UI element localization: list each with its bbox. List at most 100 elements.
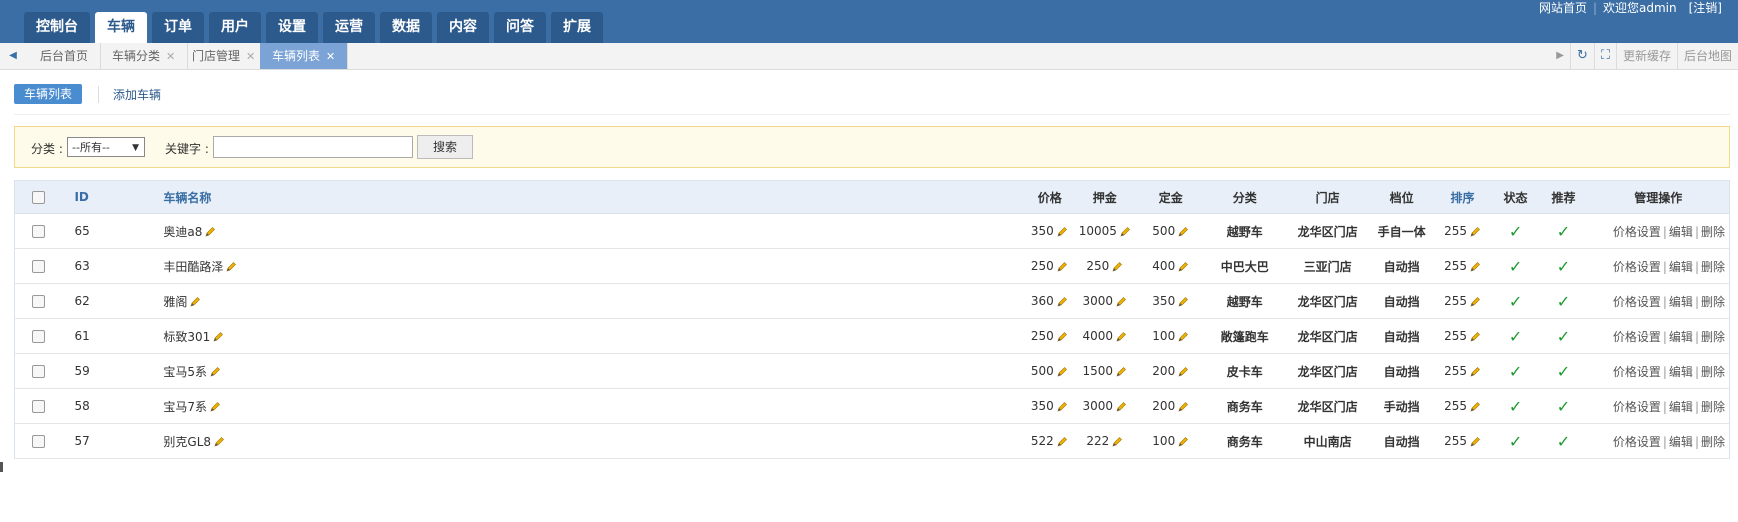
price-setting-link[interactable]: 价格设置 <box>1613 260 1661 274</box>
pencil-icon[interactable] <box>1469 331 1481 343</box>
pencil-icon[interactable] <box>1177 261 1189 273</box>
pencil-icon[interactable] <box>209 366 221 378</box>
pencil-icon[interactable] <box>209 401 221 413</box>
pencil-icon[interactable] <box>1111 261 1123 273</box>
row-checkbox[interactable] <box>32 295 46 308</box>
keyword-input[interactable] <box>213 136 413 158</box>
row-checkbox[interactable] <box>32 260 46 273</box>
row-checkbox[interactable] <box>32 365 46 378</box>
search-button[interactable]: 搜索 <box>417 135 473 159</box>
nav-tab-1[interactable]: 车辆 <box>95 12 147 43</box>
open-tab-3[interactable]: 车辆列表 ✕ <box>260 43 349 69</box>
price-setting-link[interactable]: 价格设置 <box>1613 365 1661 379</box>
recommend-check-icon[interactable]: ✓ <box>1557 362 1570 381</box>
nav-tab-6[interactable]: 数据 <box>380 12 432 43</box>
open-tab-2[interactable]: 门店管理 ✕ <box>180 43 269 69</box>
status-check-icon[interactable]: ✓ <box>1509 327 1522 346</box>
pencil-icon[interactable] <box>1177 296 1189 308</box>
add-vehicle-link[interactable]: 添加车辆 <box>98 85 161 103</box>
recommend-check-icon[interactable]: ✓ <box>1557 327 1570 346</box>
status-check-icon[interactable]: ✓ <box>1509 292 1522 311</box>
status-check-icon[interactable]: ✓ <box>1509 362 1522 381</box>
pencil-icon[interactable] <box>189 296 201 308</box>
nav-tab-0[interactable]: 控制台 <box>24 12 90 43</box>
refresh-icon[interactable]: ↻ <box>1569 43 1594 69</box>
vehicle-list-button[interactable]: 车辆列表 <box>14 84 83 104</box>
delete-link[interactable]: 删除 <box>1701 260 1725 274</box>
category-select[interactable]: --所有-- ▼ <box>67 137 145 157</box>
pencil-icon[interactable] <box>204 226 216 238</box>
row-checkbox[interactable] <box>32 400 46 413</box>
edit-link[interactable]: 编辑 <box>1669 260 1693 274</box>
edit-link[interactable]: 编辑 <box>1669 365 1693 379</box>
recommend-check-icon[interactable]: ✓ <box>1557 292 1570 311</box>
delete-link[interactable]: 删除 <box>1701 330 1725 344</box>
nav-tab-7[interactable]: 内容 <box>437 12 489 43</box>
pencil-icon[interactable] <box>1177 331 1189 343</box>
nav-tab-8[interactable]: 问答 <box>494 12 546 43</box>
edit-link[interactable]: 编辑 <box>1669 225 1693 239</box>
pencil-icon[interactable] <box>213 436 225 448</box>
tabs-scroll-right-icon[interactable]: ▶ <box>1550 43 1570 69</box>
price-setting-link[interactable]: 价格设置 <box>1613 435 1661 449</box>
pencil-icon[interactable] <box>1115 366 1127 378</box>
recommend-check-icon[interactable]: ✓ <box>1557 257 1570 276</box>
delete-link[interactable]: 删除 <box>1701 365 1725 379</box>
price-setting-link[interactable]: 价格设置 <box>1613 330 1661 344</box>
refresh-cache-link[interactable]: 更新缓存 <box>1615 43 1677 69</box>
select-all-checkbox[interactable] <box>32 191 46 204</box>
open-tab-1[interactable]: 车辆分类 ✕ <box>100 43 189 69</box>
site-map-link[interactable]: 后台地图 <box>1676 43 1738 69</box>
pencil-icon[interactable] <box>1056 401 1068 413</box>
close-icon[interactable]: ✕ <box>166 50 175 63</box>
pencil-icon[interactable] <box>1115 296 1127 308</box>
pencil-icon[interactable] <box>1119 226 1131 238</box>
pencil-icon[interactable] <box>1469 436 1481 448</box>
pencil-icon[interactable] <box>1056 296 1068 308</box>
delete-link[interactable]: 删除 <box>1701 295 1725 309</box>
header-name[interactable]: 车辆名称 <box>162 180 1012 214</box>
nav-tab-4[interactable]: 设置 <box>266 12 318 43</box>
nav-tab-5[interactable]: 运营 <box>323 12 375 43</box>
pencil-icon[interactable] <box>225 261 237 273</box>
pencil-icon[interactable] <box>1056 261 1068 273</box>
pencil-icon[interactable] <box>1469 296 1481 308</box>
delete-link[interactable]: 删除 <box>1701 435 1725 449</box>
edit-link[interactable]: 编辑 <box>1669 330 1693 344</box>
pencil-icon[interactable] <box>212 331 224 343</box>
pencil-icon[interactable] <box>1177 226 1189 238</box>
nav-tab-3[interactable]: 用户 <box>209 12 261 43</box>
nav-tab-9[interactable]: 扩展 <box>551 12 603 43</box>
pencil-icon[interactable] <box>1177 366 1189 378</box>
tabs-scroll-left-icon[interactable]: ◀ <box>6 43 20 69</box>
site-home-link[interactable]: 网站首页 <box>1533 0 1593 16</box>
pencil-icon[interactable] <box>1469 366 1481 378</box>
delete-link[interactable]: 删除 <box>1701 225 1725 239</box>
nav-tab-2[interactable]: 订单 <box>152 12 204 43</box>
pencil-icon[interactable] <box>1056 331 1068 343</box>
status-check-icon[interactable]: ✓ <box>1509 257 1522 276</box>
header-sort[interactable]: 排序 <box>1433 180 1492 214</box>
edit-link[interactable]: 编辑 <box>1669 295 1693 309</box>
pencil-icon[interactable] <box>1115 401 1127 413</box>
row-checkbox[interactable] <box>32 330 46 343</box>
price-setting-link[interactable]: 价格设置 <box>1613 225 1661 239</box>
edit-link[interactable]: 编辑 <box>1669 400 1693 414</box>
recommend-check-icon[interactable]: ✓ <box>1557 397 1570 416</box>
status-check-icon[interactable]: ✓ <box>1509 432 1522 451</box>
logout-link[interactable]: [注销] <box>1683 0 1728 16</box>
delete-link[interactable]: 删除 <box>1701 400 1725 414</box>
row-checkbox[interactable] <box>32 225 46 238</box>
pencil-icon[interactable] <box>1469 261 1481 273</box>
recommend-check-icon[interactable]: ✓ <box>1557 222 1570 241</box>
row-checkbox[interactable] <box>32 435 46 448</box>
pencil-icon[interactable] <box>1469 226 1481 238</box>
pencil-icon[interactable] <box>1469 401 1481 413</box>
price-setting-link[interactable]: 价格设置 <box>1613 400 1661 414</box>
open-tab-0[interactable]: 后台首页 <box>28 43 102 69</box>
close-icon[interactable]: ✕ <box>326 50 335 63</box>
pencil-icon[interactable] <box>1056 436 1068 448</box>
pencil-icon[interactable] <box>1056 226 1068 238</box>
edit-link[interactable]: 编辑 <box>1669 435 1693 449</box>
close-icon[interactable]: ✕ <box>246 50 255 63</box>
